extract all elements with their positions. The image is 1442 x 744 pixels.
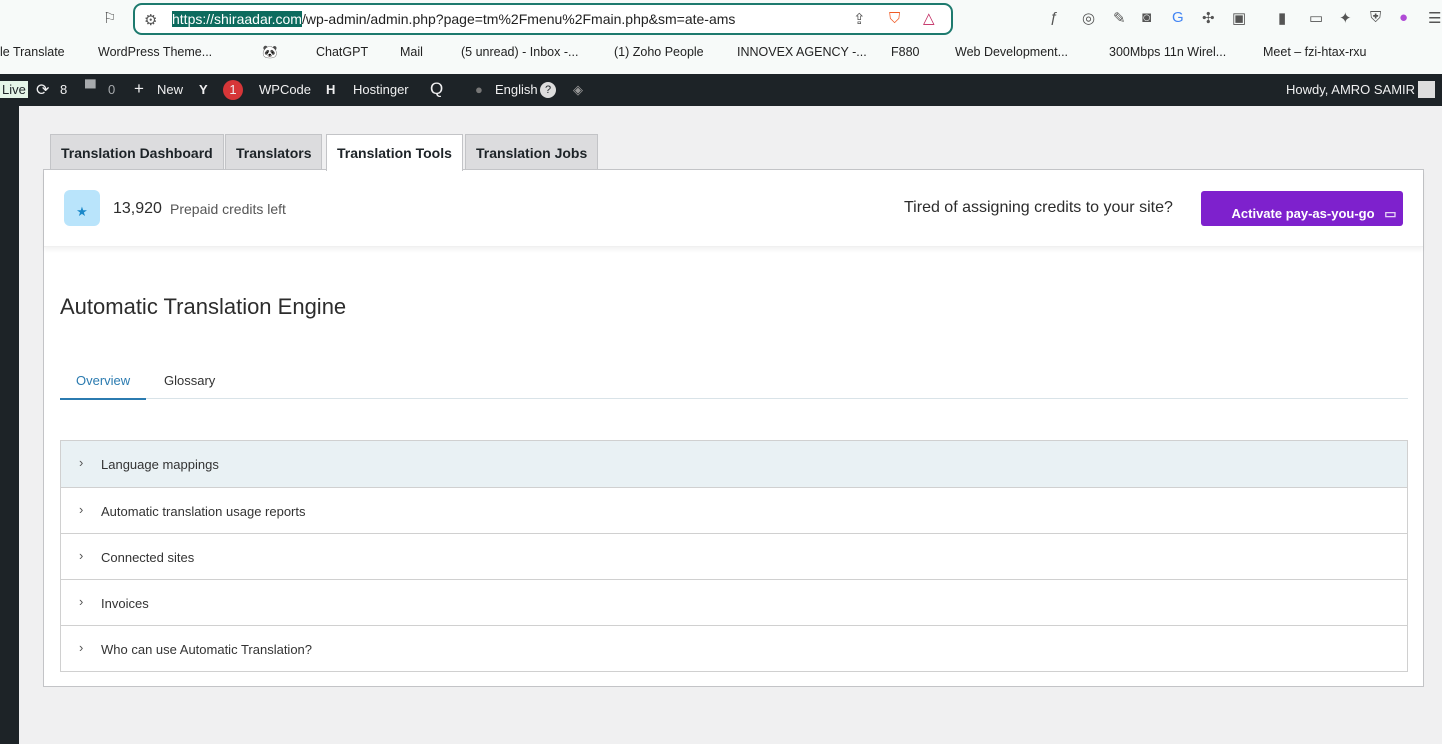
admin-menu-edge [0,106,19,744]
subtabs: Overview Glossary [60,365,1408,400]
wp-admin-bar: Live ⟳ 8 ▀ 0 + New Y 1 WPCode H Hostinge… [0,74,1442,106]
wpml-icon[interactable]: ◈ [573,82,583,98]
chevron-right-icon: › [79,455,84,470]
camera-icon[interactable]: ◙ [1142,9,1151,26]
hostinger-link[interactable]: Hostinger [353,82,409,97]
credits-amount: 13,920 [113,200,162,217]
help-icon[interactable]: ? [540,82,556,98]
vpn-icon[interactable]: ⛨ [1370,9,1381,26]
chevron-right-icon: › [79,502,84,517]
bookmark[interactable]: (5 unread) - Inbox -... [461,45,578,59]
profile-icon[interactable]: ● [1399,9,1408,26]
tools-panel: ★ 13,920 Prepaid credits left Tired of a… [43,169,1424,687]
bookmark[interactable]: WordPress Theme... [98,45,212,59]
panda-icon[interactable]: 🐼 [262,45,278,60]
accordion-item-usage-reports[interactable]: › Automatic translation usage reports [61,487,1407,533]
browser-toolbar: ⚐ ⚙ https://shiraadar.com/wp-admin/admin… [0,0,1442,74]
language-switcher[interactable]: English [495,82,538,97]
menu-icon[interactable]: ☰ [1428,9,1441,27]
live-badge[interactable]: Live [0,81,28,98]
hostinger-icon[interactable]: H [326,82,335,97]
chevron-right-icon: › [79,548,84,563]
bookmark[interactable]: ChatGPT [316,45,368,59]
address-bar[interactable]: ⚙ https://shiraadar.com/wp-admin/admin.p… [133,3,953,35]
tab-translators[interactable]: Translators [225,134,323,170]
comments-count[interactable]: 0 [108,82,115,97]
accordion: › Language mappings › Automatic translatio… [60,440,1408,672]
avatar[interactable] [1418,81,1435,98]
bookmark[interactable]: F880 [891,45,920,59]
accordion-item-invoices[interactable]: › Invoices [61,579,1407,625]
compass-icon[interactable]: ◎ [1082,9,1095,27]
bookmark[interactable]: Mail [400,45,423,59]
accordion-item-who-can-use[interactable]: › Who can use Automatic Translation? [61,625,1407,671]
tab-translation-jobs[interactable]: Translation Jobs [465,134,599,170]
share-icon[interactable]: ⇪ [853,10,866,28]
subtab-overview[interactable]: Overview [60,373,147,400]
eyedropper-icon[interactable]: ✎ [1113,9,1126,27]
bookmark-icon[interactable]: ⚐ [103,9,116,27]
credits-star-icon: ★ [64,190,100,226]
brave-rewards-icon[interactable]: △ [923,9,935,27]
accordion-item-language-mappings[interactable]: › Language mappings [61,441,1407,487]
updates-icon[interactable]: ⟳ [36,80,49,100]
globe-icon: ● [475,82,483,97]
url-text[interactable]: https://shiraadar.com/wp-admin/admin.php… [172,11,735,27]
bookmark[interactable]: Meet – fzi-htax-rxu [1263,45,1367,59]
chevron-right-icon: › [79,594,84,609]
translate-icon[interactable]: G [1172,9,1184,26]
bookmark[interactable]: INNOVEX AGENCY -... [737,45,867,59]
wpcode-link[interactable]: WPCode [259,82,311,97]
accordion-item-connected-sites[interactable]: › Connected sites [61,533,1407,579]
activate-payg-button[interactable]: Activate pay-as-you-go ▭ [1201,191,1403,226]
chevron-right-icon: › [79,640,84,655]
page-title: Automatic Translation Engine [60,294,347,319]
credits-label: Prepaid credits left [170,201,286,217]
plus-icon[interactable]: + [134,79,144,99]
bookmark[interactable]: 300Mbps 11n Wirel... [1109,45,1226,59]
query-monitor-icon[interactable]: Q [430,79,443,99]
yoast-icon[interactable]: Y [199,82,208,97]
bookmark[interactable]: (1) Zoho People [614,45,704,59]
updates-count[interactable]: 8 [60,82,67,97]
brave-shield-icon[interactable]: ⛉ [889,10,900,27]
subtab-glossary[interactable]: Glossary [164,373,215,388]
puzzle-icon[interactable]: ✣ [1202,9,1215,27]
bookmark[interactable]: Web Development... [955,45,1068,59]
reader-icon[interactable]: ▣ [1232,9,1246,27]
bookmark[interactable]: le Translate [0,45,65,59]
card-icon: ▭ [1384,206,1397,221]
promo-text: Tired of assigning credits to your site? [904,199,1173,216]
extension-icon[interactable]: ƒ [1050,9,1058,26]
tab-translation-tools[interactable]: Translation Tools [326,134,463,171]
howdy-user[interactable]: Howdy, AMRO SAMIR [1286,82,1415,97]
wallet-icon[interactable]: ▭ [1309,9,1323,27]
credits-bar: ★ 13,920 Prepaid credits left Tired of a… [44,170,1423,247]
tab-translation-dashboard[interactable]: Translation Dashboard [50,134,224,170]
new-link[interactable]: New [157,82,183,97]
leo-icon[interactable]: ✦ [1339,9,1352,27]
site-settings-icon[interactable]: ⚙ [144,11,157,29]
yoast-count[interactable]: 1 [223,80,243,100]
comments-icon[interactable]: ▀ [85,80,96,97]
sidebar-icon[interactable]: ▮ [1278,9,1286,27]
